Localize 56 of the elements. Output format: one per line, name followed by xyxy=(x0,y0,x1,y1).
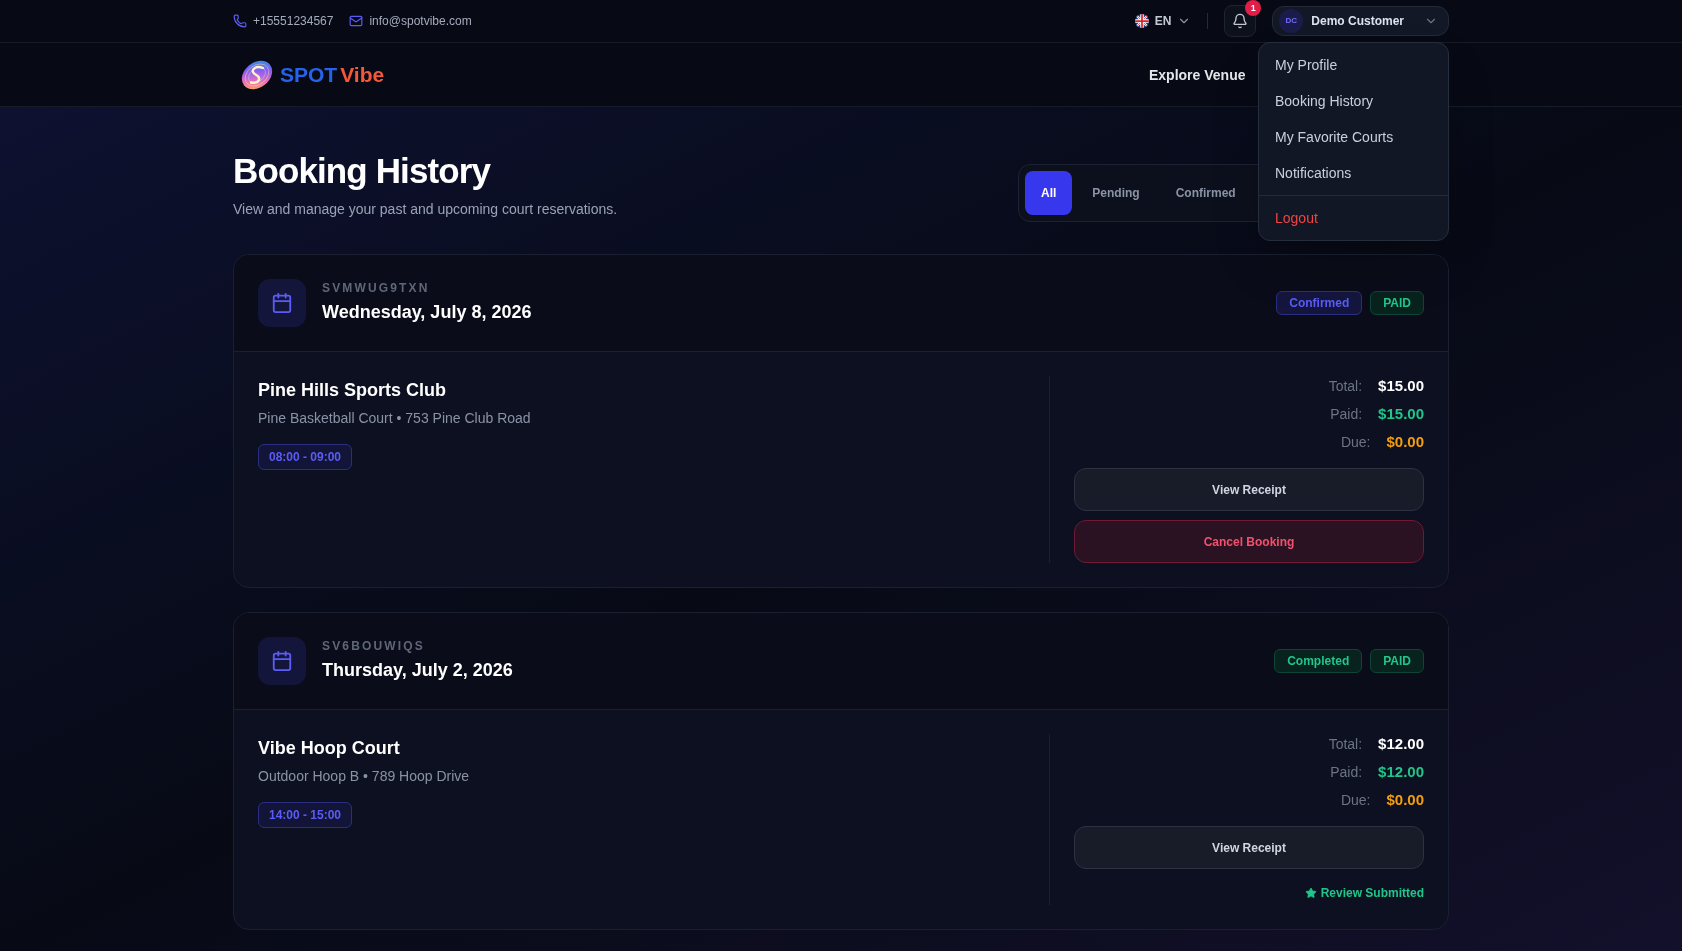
amount-value: $12.00 xyxy=(1378,762,1424,782)
amount-label: Total: xyxy=(1328,735,1363,754)
time-slot: 08:00 - 09:00 xyxy=(258,444,353,470)
nav-link[interactable]: Explore Venue xyxy=(1149,64,1246,85)
user-menu-button[interactable]: DC Demo Customer xyxy=(1272,6,1449,36)
page-subtitle: View and manage your past and upcoming court reservations. xyxy=(233,200,618,219)
amount-value: $0.00 xyxy=(1386,790,1424,810)
amount-label: Due: xyxy=(1340,433,1371,452)
booking-date: Thursday, July 2, 2026 xyxy=(322,659,513,682)
amount-value: $12.00 xyxy=(1378,734,1424,754)
booking-code: SVMWUG9TXN xyxy=(322,280,430,296)
amount-label: Paid: xyxy=(1330,405,1363,424)
payment-badge: PAID xyxy=(1370,649,1424,673)
flag-icon xyxy=(1134,14,1149,28)
page-title: Booking History xyxy=(233,151,491,191)
calendar-icon xyxy=(258,637,306,685)
venue-details: Outdoor Hoop B • 789 Hoop Drive xyxy=(258,767,470,786)
booking-date: Wednesday, July 8, 2026 xyxy=(322,301,532,324)
receipt-button[interactable]: View Receipt xyxy=(1074,468,1424,511)
amount-label: Due: xyxy=(1340,791,1371,810)
filter-tab[interactable]: All xyxy=(1025,171,1073,215)
filter-tab[interactable]: Confirmed xyxy=(1159,171,1252,215)
phone-icon xyxy=(233,14,247,28)
menu-item[interactable]: My Favorite Courts xyxy=(1259,119,1448,155)
status-badge: Completed xyxy=(1274,649,1363,673)
filter-tab[interactable]: Pending xyxy=(1076,171,1156,215)
receipt-button[interactable]: View Receipt xyxy=(1074,826,1424,869)
venue-details: Pine Basketball Court • 753 Pine Club Road xyxy=(258,409,531,428)
calendar-icon xyxy=(258,279,306,327)
time-slot: 14:00 - 15:00 xyxy=(258,802,353,828)
menu-item[interactable]: My Profile xyxy=(1259,47,1448,83)
venue-name: Vibe Hoop Court xyxy=(258,737,400,760)
swirl-logo-icon xyxy=(240,58,274,91)
cancel-booking-button[interactable]: Cancel Booking xyxy=(1074,520,1424,563)
mail-icon xyxy=(349,14,364,28)
brand-name: SPOTVibe xyxy=(280,61,385,88)
bell-icon xyxy=(1232,13,1249,29)
booking-code: SV6BOUWIQS xyxy=(322,638,425,654)
menu-item[interactable]: Logout xyxy=(1259,200,1448,236)
venue-name: Pine Hills Sports Club xyxy=(258,379,447,402)
notification-badge: 1 xyxy=(1245,0,1262,16)
status-badge: Confirmed xyxy=(1276,291,1363,315)
phone-number: +15551234567 xyxy=(253,13,334,29)
amount-label: Total: xyxy=(1328,377,1363,396)
email-address: info@spotvibe.com xyxy=(369,13,472,29)
amount-value: $15.00 xyxy=(1378,404,1424,424)
review-status: Review Submitted xyxy=(1320,885,1424,901)
user-avatar: DC xyxy=(1279,9,1304,33)
language-button[interactable]: EN xyxy=(1134,13,1192,29)
amount-value: $0.00 xyxy=(1386,432,1424,452)
menu-item[interactable]: Booking History xyxy=(1259,83,1448,119)
star-icon xyxy=(1304,887,1317,899)
amount-value: $15.00 xyxy=(1378,376,1424,396)
menu-item[interactable]: Notifications xyxy=(1259,155,1448,191)
amount-label: Paid: xyxy=(1330,763,1363,782)
payment-badge: PAID xyxy=(1370,291,1424,315)
